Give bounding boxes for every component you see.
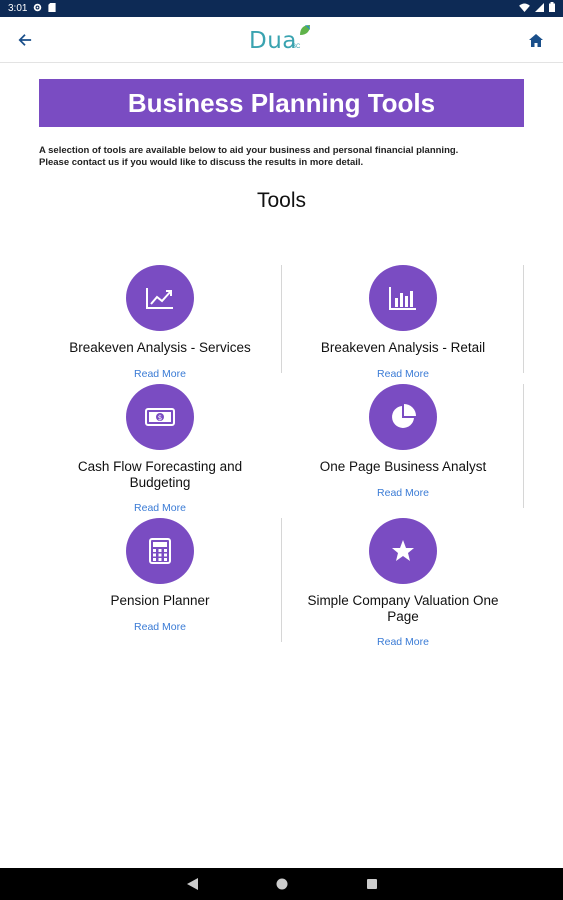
tool-card[interactable]: Pension Planner Read More [39, 518, 281, 633]
tool-icon-circle [369, 518, 437, 584]
wifi-icon [519, 2, 530, 15]
home-icon [529, 33, 543, 47]
banknote-icon: $ [145, 408, 175, 426]
tool-icon-circle [126, 265, 194, 331]
intro-text: A selection of tools are available below… [39, 145, 529, 168]
tool-title: Breakeven Analysis - Retail [320, 340, 486, 355]
section-heading: Tools [256, 189, 307, 212]
tool-title: One Page Business Analyst [319, 459, 487, 474]
system-nav-bar [0, 868, 563, 900]
tool-icon-circle [369, 265, 437, 331]
battery-icon [549, 2, 555, 15]
intro-line-1: A selection of tools are available below… [39, 145, 459, 156]
read-more-link[interactable]: Read More [39, 368, 281, 380]
settings-icon [33, 3, 42, 15]
signal-icon [535, 2, 544, 15]
read-more-link[interactable]: Read More [282, 636, 524, 648]
app-bar: Dua BC [0, 17, 563, 63]
bar-chart-icon [389, 287, 416, 310]
status-time: 3:01 [8, 3, 28, 14]
arrow-back-icon [18, 34, 32, 46]
star-icon [392, 540, 414, 561]
tool-icon-circle [369, 384, 437, 450]
page-banner: Business Planning Tools [39, 79, 524, 127]
nav-home-button[interactable] [274, 876, 290, 892]
status-bar: 3:01 [0, 0, 563, 17]
tool-card[interactable]: $ Cash Flow Forecasting and Budgeting Re… [39, 384, 281, 514]
page-title: Business Planning Tools [127, 87, 436, 118]
sd-card-icon [48, 2, 57, 15]
tool-icon-circle [126, 518, 194, 584]
read-more-link[interactable]: Read More [282, 368, 524, 380]
back-button[interactable] [14, 29, 36, 51]
tool-card[interactable]: Breakeven Analysis - Retail Read More [282, 265, 524, 380]
tool-card[interactable]: Simple Company Valuation One Page Read M… [282, 518, 524, 648]
tool-title: Simple Company Valuation One Page [307, 593, 499, 624]
home-circle-icon [276, 878, 288, 890]
read-more-link[interactable]: Read More [39, 621, 281, 633]
intro-line-2: Please contact us if you would like to d… [39, 156, 364, 168]
tool-title: Breakeven Analysis - Services [69, 340, 251, 355]
leaf-icon [300, 25, 310, 35]
tool-title: Pension Planner [110, 593, 210, 608]
pie-chart-icon [392, 404, 416, 428]
read-more-link[interactable]: Read More [282, 487, 524, 499]
logo-text: Dua [249, 28, 297, 54]
read-more-link[interactable]: Read More [39, 502, 281, 514]
tool-card[interactable]: One Page Business Analyst Read More [282, 384, 524, 499]
tool-title: Cash Flow Forecasting and Budgeting [77, 459, 243, 490]
nav-back-button[interactable] [184, 876, 200, 892]
line-chart-icon [146, 288, 173, 309]
tool-card[interactable]: Breakeven Analysis - Services Read More [39, 265, 281, 380]
tool-icon-circle: $ [126, 384, 194, 450]
svg-text:$: $ [158, 414, 162, 422]
dua-logo: Dua BC [249, 24, 319, 58]
nav-recents-button[interactable] [364, 876, 380, 892]
recents-square-icon [367, 879, 377, 889]
logo-subtext: BC [292, 44, 301, 50]
calculator-icon [149, 538, 171, 564]
home-button[interactable] [525, 29, 547, 51]
back-triangle-icon [186, 878, 198, 890]
